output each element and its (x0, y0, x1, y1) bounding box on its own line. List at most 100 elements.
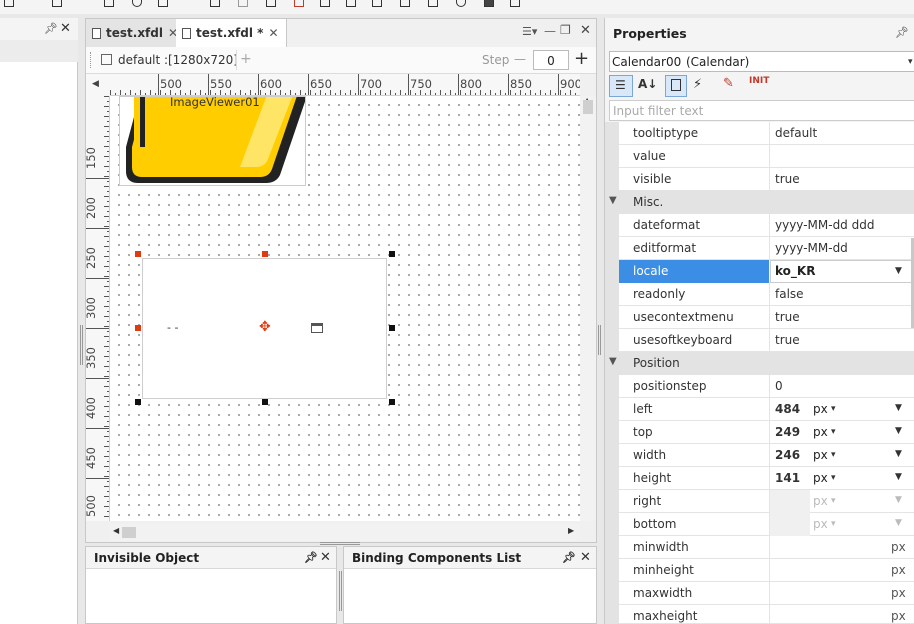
toolbar-icon[interactable] (294, 0, 304, 7)
group-misc[interactable]: ▼ Misc. (605, 191, 914, 214)
tab-test-xfdl-modified[interactable]: test.xfdl * ✕ (176, 19, 287, 47)
pin-icon[interactable]: 📌︎ (304, 551, 318, 564)
resize-handle-s[interactable] (262, 399, 268, 405)
pin-icon[interactable]: 📌︎ (562, 551, 576, 564)
pin-icon[interactable]: 📌︎ (895, 26, 909, 39)
toolbar-icon[interactable] (400, 0, 410, 7)
close-icon[interactable]: ✕ (580, 550, 591, 565)
property-row-bottom[interactable]: bottom px ▾ ▼ (619, 513, 914, 536)
property-row-visible[interactable]: visible true (619, 168, 914, 191)
unit-dropdown-icon[interactable]: ▾ (831, 404, 836, 414)
toolbar-icon[interactable] (456, 0, 466, 7)
property-row-left[interactable]: left 484 px ▾ ▼ (619, 398, 914, 421)
scrollbar-thumb[interactable] (583, 100, 593, 114)
resize-handle-sw[interactable] (135, 399, 141, 405)
imageviewer-component[interactable]: ImageViewer01 (119, 96, 306, 186)
close-icon[interactable]: ✕ (60, 21, 71, 36)
reset-icon[interactable]: ✎ (723, 76, 734, 91)
property-row-tooltiptype[interactable]: tooltiptype default (619, 122, 914, 145)
property-row-value[interactable]: value (619, 145, 914, 168)
property-row-maxheight[interactable]: maxheight px (619, 605, 914, 624)
horizontal-scrollbar[interactable]: ◀ ▶ (110, 524, 580, 541)
calendar-component[interactable]: - - ✥ (142, 258, 387, 399)
property-row-top[interactable]: top 249 px ▾ ▼ (619, 421, 914, 444)
sort-alpha-icon[interactable]: A↓ (638, 77, 657, 91)
toolbar-icon[interactable] (346, 0, 356, 7)
splitter-grip[interactable] (598, 325, 601, 355)
resize-handle-ne[interactable] (389, 251, 395, 257)
property-row-editformat[interactable]: editformat yyyy-MM-dd (619, 237, 914, 260)
property-row-usesoftkeyboard[interactable]: usesoftkeyboard true (619, 329, 914, 352)
tab-close-icon[interactable]: ✕ (268, 26, 278, 40)
step-increment-button[interactable]: + (574, 48, 589, 69)
init-icon[interactable]: INIT (749, 76, 769, 86)
step-decrement-button[interactable]: — (514, 52, 526, 66)
toolbar-icon[interactable] (428, 0, 438, 7)
calendar-icon[interactable] (311, 322, 323, 333)
step-input[interactable]: 0 (533, 50, 569, 70)
chevron-down-icon[interactable]: ▼ (895, 403, 902, 413)
property-row-width[interactable]: width 246 px ▾ ▼ (619, 444, 914, 467)
toolbar-icon[interactable] (158, 0, 168, 7)
toolbar-icon[interactable] (104, 0, 114, 7)
locale-dropdown[interactable]: ko_KR ▼ (770, 260, 914, 283)
toolbar-icon[interactable] (320, 0, 330, 7)
filter-input[interactable]: Input filter text (609, 100, 914, 121)
move-handle-icon[interactable]: ✥ (259, 319, 271, 335)
component-selector[interactable]: Calendar00 (Calendar) ▾ (609, 51, 914, 72)
collapse-icon[interactable]: ▼ (609, 195, 617, 206)
resize-handle-n[interactable] (262, 251, 268, 257)
events-icon[interactable]: ⚡ (693, 77, 702, 92)
property-row-right[interactable]: right px ▾ ▼ (619, 490, 914, 513)
scrollbar-thumb[interactable] (122, 527, 136, 538)
toolbar-icon[interactable] (52, 0, 62, 7)
close-icon[interactable]: ✕ (320, 550, 331, 565)
scroll-right-icon[interactable]: ▶ (568, 526, 574, 535)
minimize-icon[interactable]: — (544, 24, 556, 38)
group-position[interactable]: ▼ Position (605, 352, 914, 375)
chevron-down-icon[interactable]: ▾ (908, 57, 913, 67)
toolbar-icon[interactable] (484, 0, 494, 7)
unit-dropdown-icon[interactable]: ▾ (831, 473, 836, 483)
layout-size[interactable]: [1280x720] (168, 53, 238, 67)
toolbar-icon[interactable] (238, 0, 248, 7)
chevron-down-icon[interactable]: ▼ (895, 449, 902, 459)
toolbar-icon[interactable] (4, 0, 14, 7)
unit-dropdown-icon[interactable]: ▾ (831, 450, 836, 460)
property-row-dateformat[interactable]: dateformat yyyy-MM-dd ddd (619, 214, 914, 237)
scroll-left-icon[interactable]: ◀ (113, 526, 119, 535)
chevron-down-icon[interactable]: ▼ (895, 472, 902, 482)
toolbar-icon[interactable] (210, 0, 220, 7)
property-row-positionstep[interactable]: positionstep 0 (619, 375, 914, 398)
property-row-height[interactable]: height 141 px ▾ ▼ (619, 467, 914, 490)
splitter-grip[interactable] (80, 325, 83, 365)
close-icon[interactable]: ✕ (580, 23, 591, 38)
toolbar-icon[interactable] (510, 0, 520, 7)
tab-list-icon[interactable]: ☰▾ (522, 25, 537, 38)
toolbar-icon[interactable] (266, 0, 276, 7)
restore-icon[interactable]: ❐ (560, 23, 571, 37)
property-row-maxwidth[interactable]: maxwidth px (619, 582, 914, 605)
design-canvas[interactable]: ImageViewer01 - - ✥ (110, 96, 580, 521)
properties-view-button[interactable] (665, 75, 687, 97)
chevron-down-icon[interactable]: ▼ (895, 266, 902, 276)
tab-test-xfdl[interactable]: test.xfdl ✕ (86, 19, 189, 47)
splitter-grip[interactable] (320, 542, 360, 545)
toolbar-icon[interactable] (132, 0, 142, 7)
collapse-icon[interactable]: ▼ (609, 356, 617, 367)
property-row-minwidth[interactable]: minwidth px (619, 536, 914, 559)
resize-handle-e[interactable] (389, 325, 395, 331)
property-row-minheight[interactable]: minheight px (619, 559, 914, 582)
resize-handle-se[interactable] (389, 399, 395, 405)
chevron-down-icon[interactable]: ▼ (895, 426, 902, 436)
property-row-usecontextmenu[interactable]: usecontextmenu true (619, 306, 914, 329)
splitter-grip[interactable] (339, 571, 342, 611)
add-layout-button[interactable]: + (240, 51, 252, 67)
vertical-scrollbar[interactable]: ▲ (580, 96, 596, 521)
unit-dropdown-icon[interactable]: ▾ (831, 427, 836, 437)
resize-handle-w[interactable] (135, 325, 141, 331)
toolbar-icon[interactable] (372, 0, 382, 7)
resize-handle-nw[interactable] (135, 251, 141, 257)
categorized-view-button[interactable]: ☰ (609, 75, 633, 97)
property-row-readonly[interactable]: readonly false (619, 283, 914, 306)
